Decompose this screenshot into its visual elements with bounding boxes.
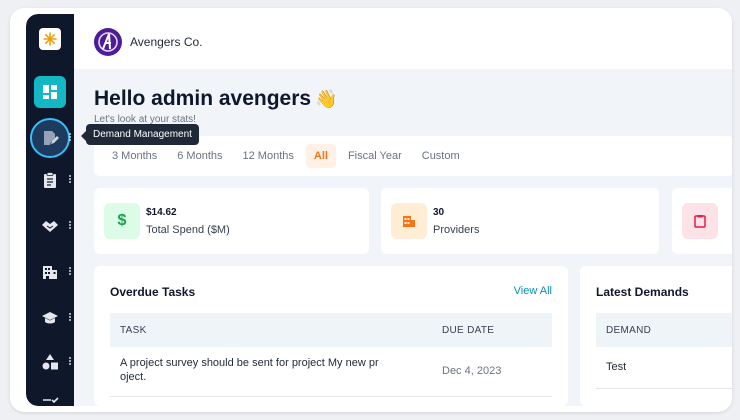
- latest-demands-panel: Latest Demands DEMAND Test: [580, 266, 732, 406]
- stat-card-demands[interactable]: [672, 188, 732, 254]
- sidebar-item-partners[interactable]: [34, 210, 66, 242]
- waving-hand-icon: 👋: [315, 89, 338, 109]
- graduation-cap-icon: [42, 312, 58, 324]
- task-cell: A project survey should be sent for proj…: [120, 357, 379, 383]
- dashboard-grid-icon: [43, 85, 57, 99]
- sidebar-item-providers[interactable]: [34, 256, 66, 288]
- app-window: Demand Management Avengers Co. Hello adm…: [26, 14, 732, 406]
- sidebar-item-categories[interactable]: [34, 346, 66, 378]
- sidebar-item-dashboard[interactable]: [34, 76, 66, 108]
- demand-cell: Test: [606, 361, 627, 373]
- kebab-icon[interactable]: [68, 132, 72, 144]
- clipboard-icon: [682, 203, 718, 239]
- sidebar-item-training[interactable]: [34, 302, 66, 334]
- view-all-link[interactable]: View All: [514, 285, 552, 297]
- panel-title: Overdue Tasks: [110, 285, 196, 299]
- stat-value: $14.62: [146, 207, 177, 218]
- stat-card-total-spend[interactable]: $ $14.62 Total Spend ($M): [94, 188, 369, 254]
- kebab-icon[interactable]: [68, 220, 72, 232]
- top-bar: Avengers Co.: [74, 14, 732, 69]
- stat-label: Providers: [433, 224, 480, 236]
- table-header: DEMAND: [596, 313, 732, 347]
- dollar-icon: $: [104, 203, 140, 239]
- due-date-cell: Dec 4, 2023: [442, 365, 502, 377]
- clipboard-icon: [44, 172, 56, 188]
- column-header-demand[interactable]: DEMAND: [606, 325, 651, 336]
- app-frame: Demand Management Avengers Co. Hello adm…: [10, 8, 732, 412]
- table-row[interactable]: A project survey should be sent for proj…: [110, 347, 552, 397]
- filter-all[interactable]: All: [305, 144, 336, 168]
- handshake-icon: [42, 221, 58, 232]
- stat-label: Total Spend ($M): [146, 224, 230, 236]
- company-name: Avengers Co.: [130, 35, 203, 49]
- building-icon: [391, 203, 427, 239]
- sidebar-item-checklist[interactable]: [34, 388, 66, 406]
- checklist-icon: [43, 397, 59, 404]
- stat-card-providers[interactable]: 30 Providers: [381, 188, 659, 254]
- filter-3-months[interactable]: 3 Months: [104, 144, 165, 168]
- sidebar-item-demand-management[interactable]: [30, 118, 70, 158]
- table-row[interactable]: Test: [596, 347, 732, 389]
- shapes-icon: [42, 354, 58, 370]
- asterisk-logo-icon: [43, 32, 57, 46]
- brand-logo[interactable]: [94, 28, 122, 56]
- filter-12-months[interactable]: 12 Months: [235, 144, 302, 168]
- filter-6-months[interactable]: 6 Months: [169, 144, 230, 168]
- edit-document-icon: [44, 131, 59, 145]
- stat-value: 30: [433, 207, 445, 218]
- filter-custom[interactable]: Custom: [414, 144, 468, 168]
- page-title: Hello admin avengers 👋: [94, 87, 338, 111]
- column-header-due-date[interactable]: DUE DATE: [442, 325, 494, 336]
- sidebar-tooltip: Demand Management: [81, 124, 199, 145]
- avengers-logo-icon: [98, 32, 118, 52]
- panel-title: Latest Demands: [596, 285, 689, 299]
- greeting-text: Hello admin avengers: [94, 87, 312, 110]
- main-content: Avengers Co. Hello admin avengers 👋 Let's…: [74, 14, 732, 406]
- kebab-icon[interactable]: [68, 266, 72, 278]
- table-header: TASK DUE DATE: [110, 313, 552, 347]
- kebab-icon[interactable]: [68, 356, 72, 368]
- kebab-icon[interactable]: [68, 174, 72, 186]
- app-logo[interactable]: [39, 28, 61, 50]
- kebab-icon[interactable]: [68, 312, 72, 324]
- overdue-tasks-panel: Overdue Tasks View All TASK DUE DATE A p…: [94, 266, 568, 406]
- filter-fiscal-year[interactable]: Fiscal Year: [340, 144, 410, 168]
- building-icon: [43, 266, 57, 279]
- sidebar-item-tasks[interactable]: [34, 164, 66, 196]
- column-header-task[interactable]: TASK: [120, 325, 147, 336]
- sidebar: Demand Management: [26, 14, 199, 406]
